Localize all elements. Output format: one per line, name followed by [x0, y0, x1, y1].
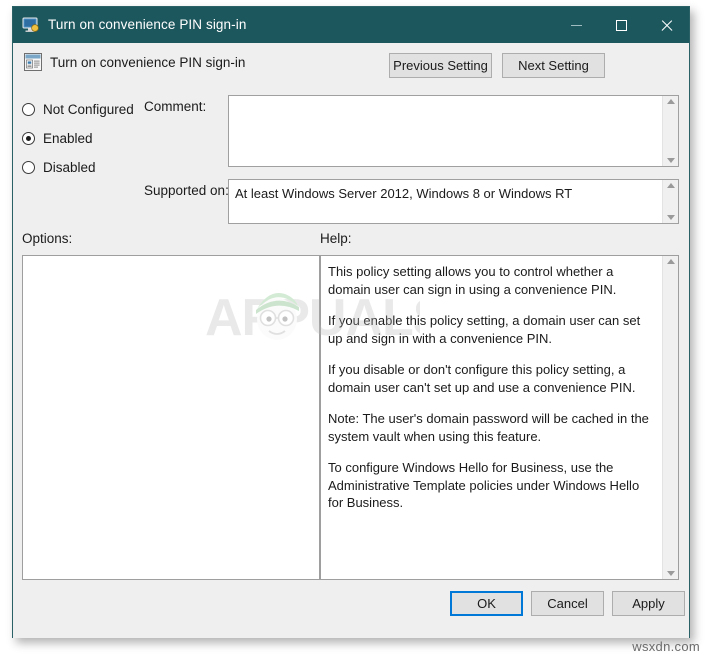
radio-disabled[interactable]: Disabled — [22, 153, 147, 182]
help-paragraph-4: Note: The user's domain password will be… — [328, 411, 649, 444]
policy-setting-dialog: Turn on convenience PIN sign-in Turn on … — [12, 6, 690, 638]
radio-icon-selected — [22, 132, 35, 145]
radio-label-enabled: Enabled — [43, 131, 93, 146]
help-paragraph-1: This policy setting allows you to contro… — [328, 264, 617, 297]
group-policy-setting-icon — [24, 53, 42, 71]
comment-input[interactable] — [229, 96, 662, 166]
radio-enabled[interactable]: Enabled — [22, 124, 147, 153]
window-controls — [554, 7, 689, 43]
close-icon — [660, 19, 673, 32]
radio-label-disabled: Disabled — [43, 160, 96, 175]
help-scrollbar[interactable] — [662, 256, 678, 579]
state-radio-group: Not Configured Enabled Disabled — [22, 95, 147, 182]
previous-setting-button[interactable]: Previous Setting — [389, 53, 492, 78]
help-paragraph-2: If you enable this policy setting, a dom… — [328, 313, 641, 346]
title-bar[interactable]: Turn on convenience PIN sign-in — [13, 7, 689, 43]
chevron-down-icon[interactable] — [666, 571, 675, 576]
radio-icon — [22, 161, 35, 174]
chevron-up-icon[interactable] — [666, 183, 675, 188]
maximize-button[interactable] — [599, 7, 644, 43]
comment-label: Comment: — [144, 99, 207, 114]
supported-on-scrollbar[interactable] — [662, 180, 678, 223]
chevron-up-icon[interactable] — [666, 99, 675, 104]
window-title: Turn on convenience PIN sign-in — [48, 17, 247, 33]
page-title: Turn on convenience PIN sign-in — [50, 55, 246, 70]
radio-not-configured[interactable]: Not Configured — [22, 95, 147, 124]
minimize-icon — [571, 24, 582, 26]
supported-on-label: Supported on: — [144, 183, 229, 198]
options-pane[interactable] — [22, 255, 320, 580]
setting-header: Turn on convenience PIN sign-in Previous… — [13, 43, 689, 89]
supported-on-textbox: At least Windows Server 2012, Windows 8 … — [228, 179, 679, 224]
close-button[interactable] — [644, 7, 689, 43]
options-content — [23, 256, 319, 579]
supported-on-value: At least Windows Server 2012, Windows 8 … — [235, 186, 573, 201]
radio-icon — [22, 103, 35, 116]
cancel-button[interactable]: Cancel — [531, 591, 604, 616]
options-label: Options: — [22, 231, 73, 246]
maximize-icon — [616, 19, 627, 31]
chevron-down-icon[interactable] — [666, 158, 675, 163]
site-watermark: wsxdn.com — [632, 639, 700, 654]
next-setting-button[interactable]: Next Setting — [502, 53, 605, 78]
apply-button[interactable]: Apply — [612, 591, 685, 616]
help-paragraph-3: If you disable or don't configure this p… — [328, 362, 636, 395]
radio-label-not-configured: Not Configured — [43, 102, 134, 117]
screenshot-root: Turn on convenience PIN sign-in Turn on … — [0, 0, 707, 657]
chevron-down-icon[interactable] — [666, 215, 675, 220]
minimize-button[interactable] — [554, 7, 599, 43]
computer-monitor-icon — [22, 17, 40, 33]
comment-scrollbar[interactable] — [662, 96, 678, 166]
dialog-body: Turn on convenience PIN sign-in Previous… — [13, 43, 689, 638]
comment-textbox[interactable] — [228, 95, 679, 167]
help-pane: This policy setting allows you to contro… — [320, 255, 679, 580]
ok-button[interactable]: OK — [450, 591, 523, 616]
chevron-up-icon[interactable] — [666, 259, 675, 264]
help-content: This policy setting allows you to contro… — [321, 256, 662, 579]
help-paragraph-5: To configure Windows Hello for Business,… — [328, 460, 640, 510]
help-label: Help: — [320, 231, 352, 246]
